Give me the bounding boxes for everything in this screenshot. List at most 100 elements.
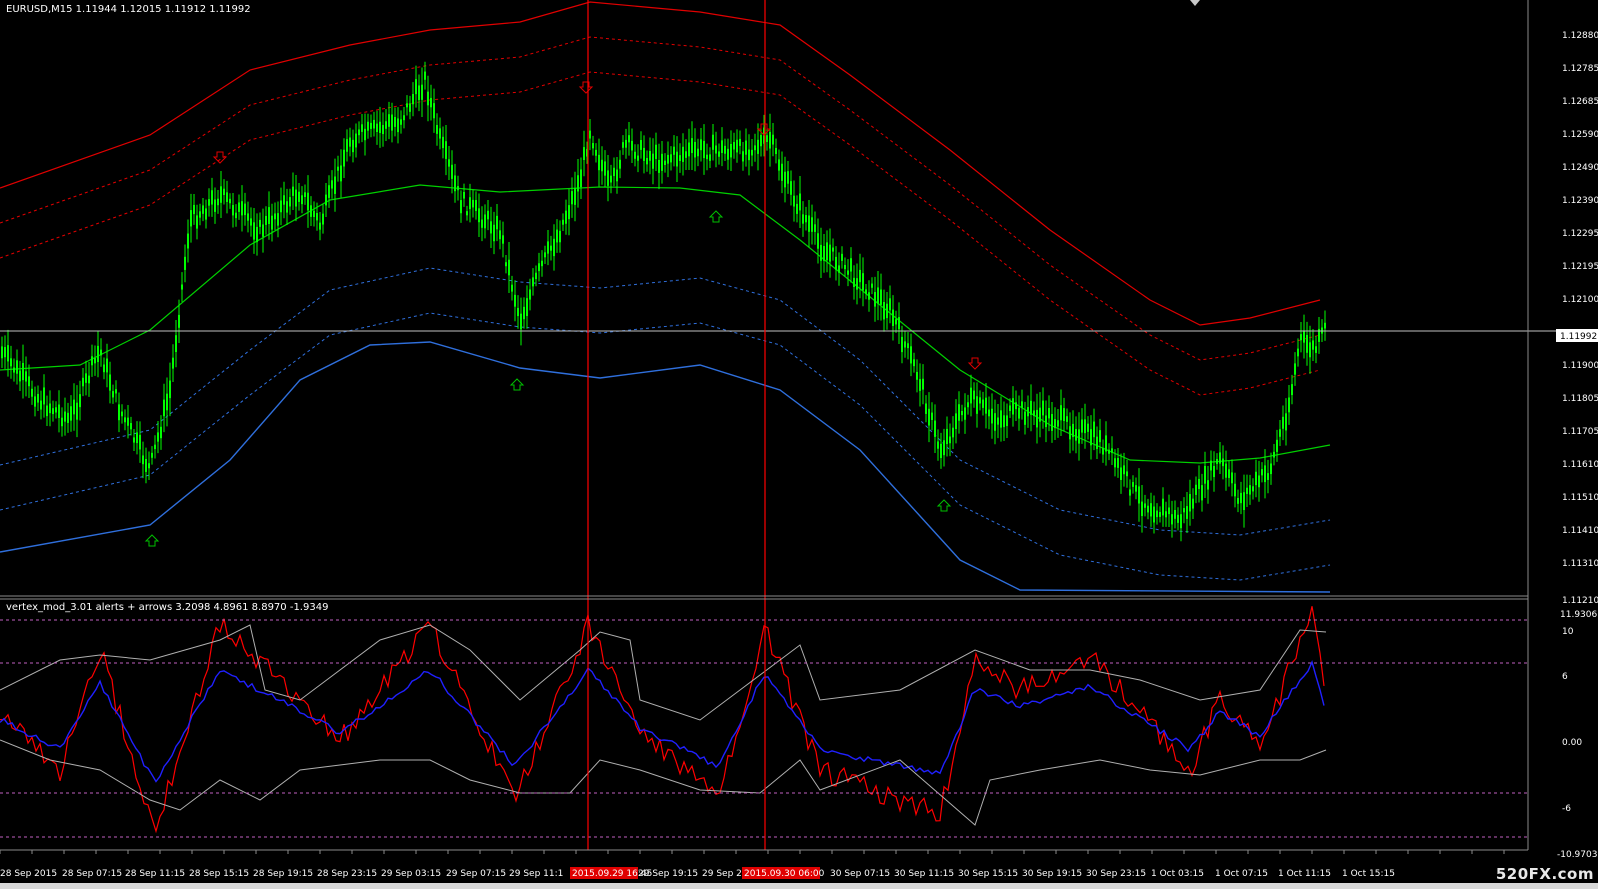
candle-body	[424, 71, 426, 80]
candle-body	[280, 200, 282, 213]
candle-body	[1042, 400, 1044, 416]
candle-body	[535, 272, 537, 280]
candle-body	[1180, 514, 1182, 529]
candle-body	[502, 235, 504, 244]
candle-body	[301, 195, 303, 205]
candle-body	[376, 123, 378, 132]
candle-body	[67, 412, 69, 423]
candle-body	[754, 145, 756, 151]
candle-body	[1261, 469, 1263, 476]
candle-body	[1138, 486, 1140, 504]
candle-body	[178, 314, 180, 328]
candle-body	[418, 85, 420, 101]
candle-body	[457, 186, 459, 191]
candle-body	[943, 440, 945, 456]
candle-body	[1063, 408, 1065, 422]
candle-body	[334, 176, 336, 194]
candle-body	[973, 390, 975, 400]
candle-body	[1210, 460, 1212, 471]
chart-window[interactable]: EURUSD,M15 1.11944 1.12015 1.11912 1.119…	[0, 0, 1598, 889]
candle-body	[889, 298, 891, 311]
up-arrow-icon	[144, 534, 160, 547]
candle-body	[1054, 419, 1056, 429]
candle-body	[76, 402, 78, 420]
candle-body	[433, 103, 435, 119]
candle-body	[664, 160, 666, 165]
candle-body	[580, 169, 582, 188]
candle-body	[643, 147, 645, 161]
candle-body	[772, 134, 774, 145]
candle-body	[541, 260, 543, 267]
candle-body	[922, 378, 924, 390]
candle-body	[349, 137, 351, 147]
candle-body	[1192, 498, 1194, 509]
candle-body	[499, 230, 501, 240]
candle-body	[610, 175, 612, 183]
candle-body	[79, 394, 81, 408]
candle-body	[949, 436, 951, 444]
candle-body	[1294, 363, 1296, 375]
candle-body	[979, 397, 981, 404]
candle-body	[409, 103, 411, 112]
candle-body	[1150, 503, 1152, 517]
candle-body	[415, 79, 417, 95]
candle-body	[1087, 423, 1089, 432]
candle-body	[574, 188, 576, 205]
time-label: 28 Sep 23:15	[317, 869, 377, 879]
candle-body	[718, 151, 720, 157]
candle-body	[1105, 435, 1107, 452]
indicator-axis-10: 10	[1562, 627, 1574, 637]
candle-body	[1216, 458, 1218, 464]
candle-body	[514, 294, 516, 307]
candle-body	[463, 192, 465, 199]
candle-body	[724, 145, 726, 154]
candle-body	[739, 138, 741, 146]
candle-body	[82, 377, 84, 387]
candle-body	[187, 233, 189, 249]
candle-body	[631, 140, 633, 151]
candle-body	[397, 118, 399, 133]
candle-body	[1129, 489, 1131, 496]
candle-body	[928, 408, 930, 426]
candle-body	[223, 188, 225, 196]
time-axis: 28 Sep 2015 28 Sep 07:15 28 Sep 11:15 28…	[0, 867, 1395, 879]
price-label: 1.12590	[1562, 130, 1598, 140]
candle-body	[1297, 348, 1299, 357]
candle-body	[295, 189, 297, 207]
candle-body	[10, 358, 12, 367]
candle-body	[622, 142, 624, 148]
candle-body	[850, 258, 852, 272]
candle-body	[1153, 506, 1155, 523]
candle-body	[952, 427, 954, 438]
candle-body	[859, 269, 861, 283]
candle-body	[1231, 472, 1233, 484]
candle-body	[517, 307, 519, 317]
signal-arrows	[144, 81, 983, 547]
chart-canvas[interactable]: EURUSD,M15 1.11944 1.12015 1.11912 1.119…	[0, 0, 1598, 889]
candle-body	[934, 420, 936, 437]
candle-body	[595, 149, 597, 156]
candle-body	[355, 133, 357, 148]
candle-body	[1186, 506, 1188, 519]
candle-body	[919, 379, 921, 391]
candle-body	[52, 408, 54, 415]
candle-body	[430, 97, 432, 108]
candle-body	[898, 317, 900, 330]
candle-body	[853, 277, 855, 287]
candle-body	[874, 292, 876, 307]
candle-body	[439, 128, 441, 139]
chart-shift-marker[interactable]	[1190, 0, 1200, 6]
vline-time-label-2: 2015.09.30 06:00	[744, 869, 825, 879]
candle-body	[1024, 411, 1026, 425]
candle-body	[58, 404, 60, 419]
candle-body	[604, 161, 606, 176]
candle-body	[970, 387, 972, 404]
time-label: 1 Oct 07:15	[1215, 869, 1268, 879]
candle-body	[721, 140, 723, 153]
candle-body	[1069, 426, 1071, 440]
candle-body	[844, 264, 846, 270]
candle-body	[883, 302, 885, 320]
candle-body	[1141, 501, 1143, 517]
chart-frame	[0, 0, 1598, 889]
candle-body	[391, 114, 393, 131]
